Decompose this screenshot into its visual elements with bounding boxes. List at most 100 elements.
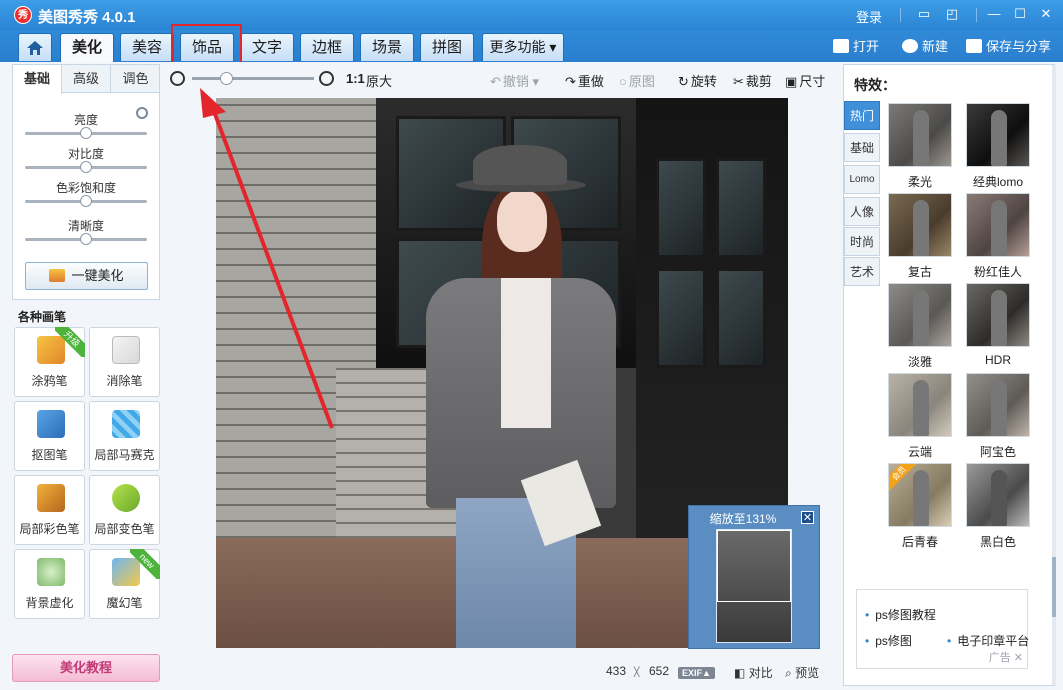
- slider-knob[interactable]: [80, 233, 92, 245]
- effect-cloud[interactable]: 云端: [888, 373, 952, 460]
- slider-knob[interactable]: [80, 127, 92, 139]
- tab-scene[interactable]: 场景: [360, 33, 414, 61]
- zoom-navigator-close-icon[interactable]: ✕: [801, 511, 814, 524]
- contrast-slider[interactable]: [25, 161, 147, 173]
- category-art[interactable]: 艺术: [844, 257, 880, 286]
- effect-label: 云端: [907, 445, 932, 459]
- effect-label: 粉红佳人: [973, 265, 1022, 279]
- zoom-slider[interactable]: [192, 72, 314, 85]
- skin-icon[interactable]: ◰: [942, 5, 962, 23]
- new-badge: new: [130, 549, 160, 579]
- effects-title: 特效：: [854, 77, 896, 93]
- resize-button[interactable]: ▣ 尺寸: [785, 71, 825, 90]
- brush-cutout[interactable]: 抠图笔: [14, 401, 85, 471]
- zoom-navigator-viewport[interactable]: [717, 530, 791, 602]
- zoom-out-icon[interactable]: [170, 71, 185, 86]
- preview-button[interactable]: ⌕ 预览: [785, 664, 819, 681]
- tab-collage[interactable]: 拼图: [420, 33, 474, 61]
- category-basic[interactable]: 基础: [844, 133, 880, 162]
- brush-local-recolor[interactable]: 局部变色笔: [89, 475, 160, 545]
- tab-cosmetic[interactable]: 美容: [120, 33, 174, 61]
- maximize-icon[interactable]: ☐: [1010, 5, 1030, 23]
- effect-label: 后青春: [901, 535, 938, 549]
- brush-background-blur[interactable]: 背景虚化: [14, 549, 85, 619]
- effect-vintage[interactable]: 复古: [888, 193, 952, 280]
- effect-youth[interactable]: 会员 后青春: [888, 463, 952, 550]
- rotate-button[interactable]: ↻ 旋转: [678, 71, 717, 90]
- brush-eraser[interactable]: 消除笔: [89, 327, 160, 397]
- image-height: 652: [649, 664, 670, 678]
- slider-knob[interactable]: [80, 195, 92, 207]
- feedback-icon[interactable]: ▭: [914, 5, 934, 23]
- compare-button[interactable]: ◧ 对比: [734, 664, 773, 681]
- zoom-navigator-title: 缩放至131%: [709, 512, 777, 526]
- brightness-label: 亮度: [73, 113, 98, 127]
- brightness-slider[interactable]: [25, 127, 147, 139]
- effect-hdr[interactable]: HDR: [966, 283, 1030, 367]
- ad-link[interactable]: 电子印章平台: [947, 632, 1029, 649]
- compare-label: 对比: [748, 666, 773, 680]
- effect-label: 经典lomo: [972, 175, 1023, 189]
- brush-magic[interactable]: new 魔幻笔: [89, 549, 160, 619]
- tab-frame[interactable]: 边框: [300, 33, 354, 61]
- effect-thumbnail: [888, 193, 952, 257]
- sharpness-label: 清晰度: [67, 219, 104, 233]
- rotate-icon: ↻: [678, 74, 689, 89]
- brush-local-color[interactable]: 局部彩色笔: [14, 475, 85, 545]
- category-hot[interactable]: 热门: [844, 101, 880, 130]
- subtab-advanced[interactable]: 高级: [62, 65, 111, 93]
- original-image-button[interactable]: ○ 原图: [619, 71, 655, 90]
- category-portrait[interactable]: 人像: [844, 197, 880, 226]
- saturation-label: 色彩饱和度: [55, 181, 116, 195]
- exif-button[interactable]: EXIF▲: [678, 665, 715, 679]
- tab-beautify[interactable]: 美化: [60, 33, 114, 62]
- tab-home[interactable]: [18, 33, 52, 61]
- redo-button[interactable]: ↷ 重做: [565, 71, 604, 90]
- effect-soft-light[interactable]: 柔光: [888, 103, 952, 190]
- crop-button[interactable]: ✂ 裁剪: [733, 71, 772, 90]
- redo-icon: ↷: [565, 74, 576, 89]
- new-button[interactable]: 新建: [902, 36, 948, 55]
- tab-text[interactable]: 文字: [240, 33, 294, 61]
- undo-button[interactable]: ↶ 撤销 ▾: [490, 71, 539, 90]
- sharpness-slider[interactable]: [25, 233, 147, 245]
- effects-scrollbar-thumb[interactable]: [1052, 557, 1056, 617]
- one-key-beautify-button[interactable]: 一键美化: [25, 262, 148, 290]
- open-button[interactable]: 打开: [833, 36, 879, 55]
- beautify-tutorial-button[interactable]: 美化教程: [12, 654, 160, 682]
- resize-label: 尺寸: [799, 74, 826, 89]
- compare-icon: ◧: [734, 666, 746, 680]
- category-fashion[interactable]: 时尚: [844, 227, 880, 256]
- dimension-separator: ╳: [634, 667, 640, 677]
- ad-close[interactable]: 广告 ✕: [989, 649, 1023, 665]
- effect-abao-color[interactable]: 阿宝色: [966, 373, 1030, 460]
- effect-classic-lomo[interactable]: 经典lomo: [966, 103, 1030, 190]
- slider-knob[interactable]: [80, 161, 92, 173]
- effect-thumbnail: [888, 103, 952, 167]
- save-share-button[interactable]: 保存与分享: [966, 36, 1051, 55]
- zoom-slider-knob[interactable]: [220, 72, 233, 85]
- zoom-in-icon[interactable]: [319, 71, 334, 86]
- effect-thumbnail: [888, 373, 952, 437]
- saturation-slider[interactable]: [25, 195, 147, 207]
- category-lomo[interactable]: Lomo: [844, 165, 880, 194]
- actual-size-ratio[interactable]: 1:1: [346, 71, 365, 86]
- effect-elegant[interactable]: 淡雅: [888, 283, 952, 370]
- minimize-icon[interactable]: —: [984, 5, 1004, 23]
- ad-link[interactable]: ps修图教程: [865, 606, 936, 623]
- ad-link[interactable]: ps修图: [865, 632, 912, 649]
- brush-mosaic[interactable]: 局部马赛克: [89, 401, 160, 471]
- effects-panel: 特效： 热门 基础 Lomo 人像 时尚 艺术 柔光 经典lomo 复古 粉红佳…: [843, 64, 1056, 686]
- effect-black-white[interactable]: 黑白色: [966, 463, 1030, 550]
- effect-pink-lady[interactable]: 粉红佳人: [966, 193, 1030, 280]
- tab-more-features[interactable]: 更多功能 ▾: [482, 33, 564, 61]
- actual-size-button[interactable]: 原大: [366, 71, 392, 90]
- subtab-basic[interactable]: 基础: [13, 65, 62, 94]
- brush-doodle[interactable]: 升级 涂鸦笔: [14, 327, 85, 397]
- login-link[interactable]: 登录: [856, 7, 882, 26]
- effect-thumbnail: [888, 283, 952, 347]
- folder-icon: [833, 39, 849, 53]
- plus-icon: [902, 39, 918, 53]
- subtab-color[interactable]: 调色: [111, 65, 160, 93]
- close-icon[interactable]: ✕: [1036, 5, 1056, 23]
